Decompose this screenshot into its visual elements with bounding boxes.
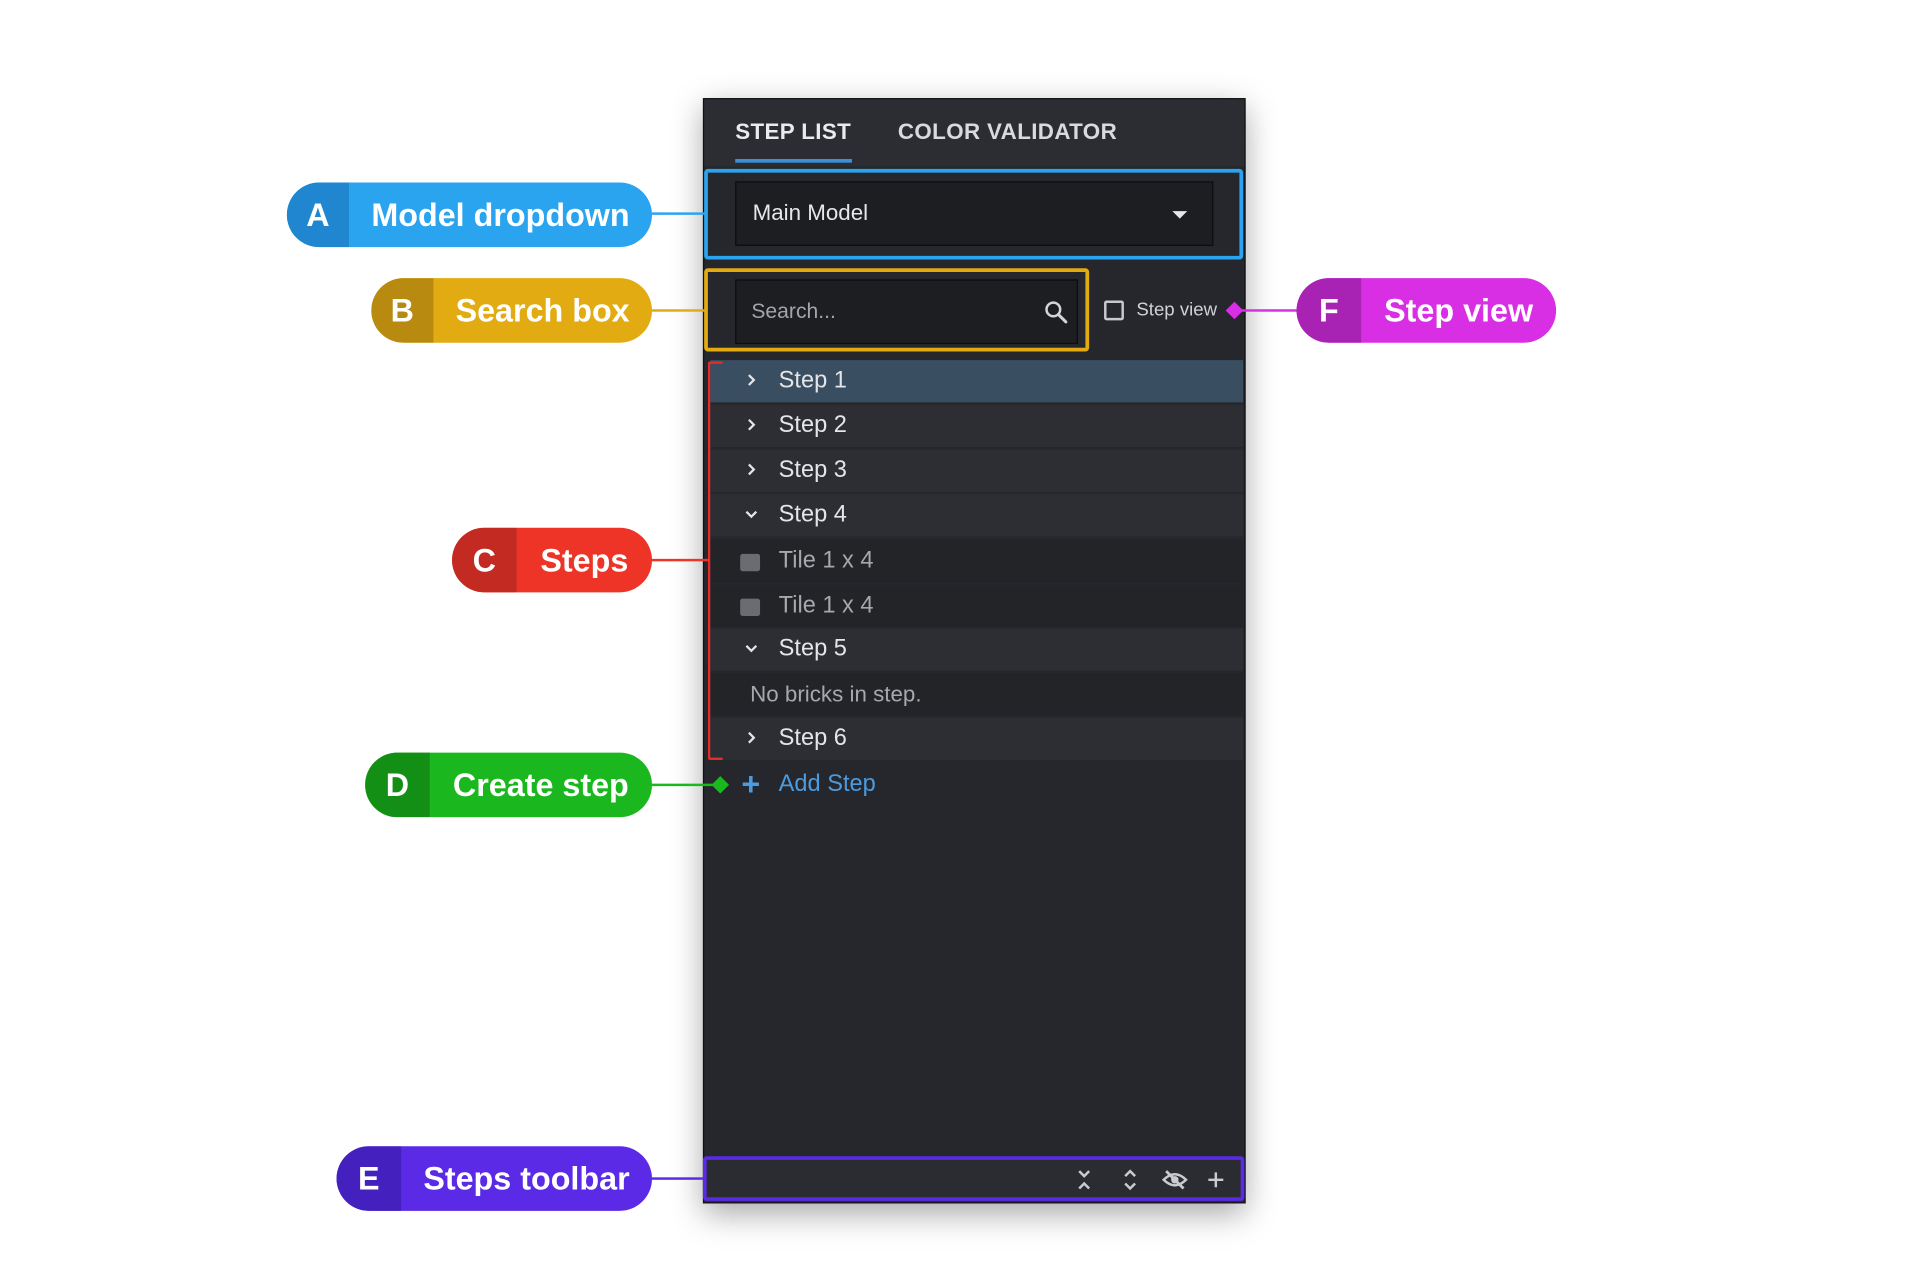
empty-step-text: No bricks in step. [750, 681, 922, 707]
annotation-pill-f: F Step view [1296, 278, 1557, 343]
search-box [735, 279, 1078, 345]
annotation-pill-b: B Search box [371, 278, 652, 343]
chevron-right-icon[interactable] [743, 371, 760, 388]
annotation-text: Search box [455, 291, 630, 330]
step-row-2[interactable]: Step 2 [710, 404, 1244, 448]
plus-icon: + [741, 765, 761, 803]
brick-icon [740, 553, 761, 572]
stage: STEP LIST COLOR VALIDATOR Main Model Ste… [0, 0, 1920, 1282]
step-label: Step 4 [778, 501, 847, 528]
search-icon[interactable] [1042, 298, 1069, 325]
annotation-pill-d: D Create step [365, 752, 652, 818]
add-icon[interactable] [1203, 1167, 1228, 1192]
connector-b [651, 309, 706, 312]
collapse-all-icon[interactable] [1072, 1167, 1097, 1192]
step-view-label: Step view [1136, 299, 1218, 321]
annotation-text: Steps toolbar [423, 1159, 630, 1198]
active-tab-indicator [735, 158, 852, 163]
hide-icon[interactable] [1161, 1167, 1188, 1192]
annotation-letter: D [365, 752, 430, 818]
step-row-6[interactable]: Step 6 [710, 717, 1244, 761]
annotation-pill-a: A Model dropdown [286, 182, 652, 248]
step-view-checkbox[interactable] [1104, 300, 1124, 321]
annotation-pill-c: C Steps [452, 527, 652, 593]
step-label: Step 5 [778, 635, 847, 662]
step-label: Step 1 [778, 367, 847, 394]
steps-highlight-bracket [707, 361, 723, 761]
chevron-right-icon[interactable] [743, 729, 760, 746]
annotation-letter: F [1296, 278, 1362, 343]
connector-a [651, 212, 706, 215]
brick-label: Tile 1 x 4 [778, 547, 874, 574]
step-row-3[interactable]: Step 3 [710, 449, 1244, 492]
model-dropdown[interactable]: Main Model [735, 181, 1214, 246]
step-row-4[interactable]: Step 4 [710, 494, 1244, 537]
annotation-text: Steps [540, 541, 629, 579]
expand-all-icon[interactable] [1118, 1167, 1143, 1192]
model-dropdown-value: Main Model [752, 199, 869, 225]
add-step-label: Add Step [778, 771, 876, 798]
step-list-panel: STEP LIST COLOR VALIDATOR Main Model Ste… [702, 98, 1246, 1204]
step-label: Step 6 [778, 725, 847, 752]
connector-e [651, 1177, 705, 1180]
annotation-letter: C [452, 527, 517, 593]
brick-icon [740, 598, 761, 616]
step-row-1[interactable]: Step 1 [710, 360, 1244, 403]
brick-row[interactable]: Tile 1 x 4 [710, 584, 1244, 628]
step-label: Step 3 [778, 457, 847, 484]
connector-d [651, 783, 718, 787]
search-input[interactable] [751, 293, 1025, 331]
connector-c [651, 558, 710, 562]
annotation-text: Step view [1384, 291, 1534, 330]
steps-toolbar [704, 1157, 1245, 1203]
chevron-right-icon[interactable] [743, 416, 760, 433]
chevron-down-icon[interactable] [743, 505, 760, 522]
connector-f [1235, 309, 1298, 312]
step-label: Step 2 [778, 412, 847, 439]
annotation-pill-e: E Steps toolbar [336, 1146, 652, 1211]
step-row-5[interactable]: Step 5 [710, 628, 1244, 671]
tab-bar: STEP LIST COLOR VALIDATOR [704, 99, 1245, 167]
tab-color-validator[interactable]: COLOR VALIDATOR [898, 119, 1117, 145]
chevron-right-icon[interactable] [743, 461, 760, 478]
caret-down-icon [1172, 211, 1188, 219]
chevron-down-icon[interactable] [743, 640, 760, 657]
annotation-letter: A [286, 182, 350, 248]
annotation-text: Create step [452, 766, 629, 804]
tab-step-list[interactable]: STEP LIST [735, 119, 851, 145]
annotation-text: Model dropdown [371, 196, 630, 234]
empty-step-row: No bricks in step. [710, 673, 1244, 716]
brick-row[interactable]: Tile 1 x 4 [710, 540, 1244, 583]
annotation-letter: B [371, 278, 434, 343]
brick-label: Tile 1 x 4 [778, 592, 874, 619]
annotation-letter: E [336, 1146, 401, 1211]
